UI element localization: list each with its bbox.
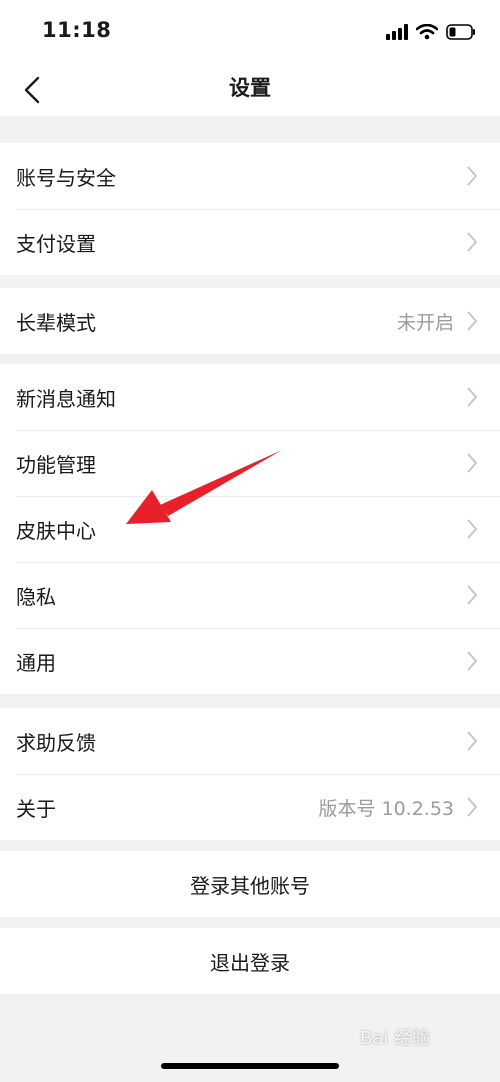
- settings-item-payment[interactable]: 支付设置: [0, 209, 500, 275]
- chevron-right-icon: [467, 651, 478, 671]
- switch-account-button[interactable]: 登录其他账号: [0, 851, 500, 917]
- chevron-right-icon: [467, 166, 478, 186]
- settings-item-general[interactable]: 通用: [0, 628, 500, 694]
- settings-item-label: 功能管理: [16, 452, 96, 477]
- logout-button[interactable]: 退出登录: [0, 928, 500, 994]
- settings-item-label: 通用: [16, 650, 56, 675]
- nav-bar: 设置: [0, 62, 500, 116]
- signal-icon: [386, 24, 408, 40]
- settings-item-privacy[interactable]: 隐私: [0, 562, 500, 628]
- status-bar: 11:18: [0, 0, 500, 62]
- settings-item-label: 隐私: [16, 584, 56, 609]
- settings-item-label: 支付设置: [16, 231, 96, 256]
- settings-group-account: 账号与安全 支付设置: [0, 143, 500, 275]
- settings-item-label: 皮肤中心: [16, 518, 96, 543]
- chevron-right-icon: [467, 387, 478, 407]
- settings-group-help: 求助反馈 关于 版本号 10.2.53: [0, 708, 500, 840]
- settings-item-label: 求助反馈: [16, 730, 96, 755]
- settings-item-skin-center[interactable]: 皮肤中心: [0, 496, 500, 562]
- settings-item-label: 新消息通知: [16, 386, 116, 411]
- settings-item-label: 账号与安全: [16, 165, 116, 190]
- battery-icon: [446, 24, 475, 40]
- status-icons: [386, 20, 476, 44]
- settings-item-account-security[interactable]: 账号与安全: [0, 143, 500, 209]
- settings-item-about[interactable]: 关于 版本号 10.2.53: [0, 774, 500, 840]
- chevron-right-icon: [467, 797, 478, 817]
- settings-item-value: 未开启: [396, 311, 454, 334]
- chevron-right-icon: [467, 585, 478, 605]
- chevron-right-icon: [467, 453, 478, 473]
- chevron-right-icon: [467, 519, 478, 539]
- settings-item-elder-mode[interactable]: 长辈模式 未开启: [0, 288, 500, 354]
- settings-item-label: 关于: [16, 796, 56, 821]
- wifi-icon: [416, 24, 438, 40]
- settings-group-general: 新消息通知 功能管理 皮肤中心 隐私 通用: [0, 364, 500, 694]
- page-title: 设置: [229, 76, 271, 100]
- settings-group-elder: 长辈模式 未开启: [0, 288, 500, 354]
- chevron-right-icon: [467, 311, 478, 331]
- home-indicator: [161, 1063, 339, 1069]
- chevron-right-icon: [467, 232, 478, 252]
- watermark: Bai 经验: [360, 1028, 431, 1049]
- settings-item-value: 版本号 10.2.53: [318, 797, 454, 820]
- status-time: 11:18: [42, 18, 112, 42]
- chevron-right-icon: [467, 731, 478, 751]
- settings-item-notifications[interactable]: 新消息通知: [0, 364, 500, 430]
- settings-item-help-feedback[interactable]: 求助反馈: [0, 708, 500, 774]
- settings-item-feature-management[interactable]: 功能管理: [0, 430, 500, 496]
- settings-item-label: 长辈模式: [16, 310, 96, 335]
